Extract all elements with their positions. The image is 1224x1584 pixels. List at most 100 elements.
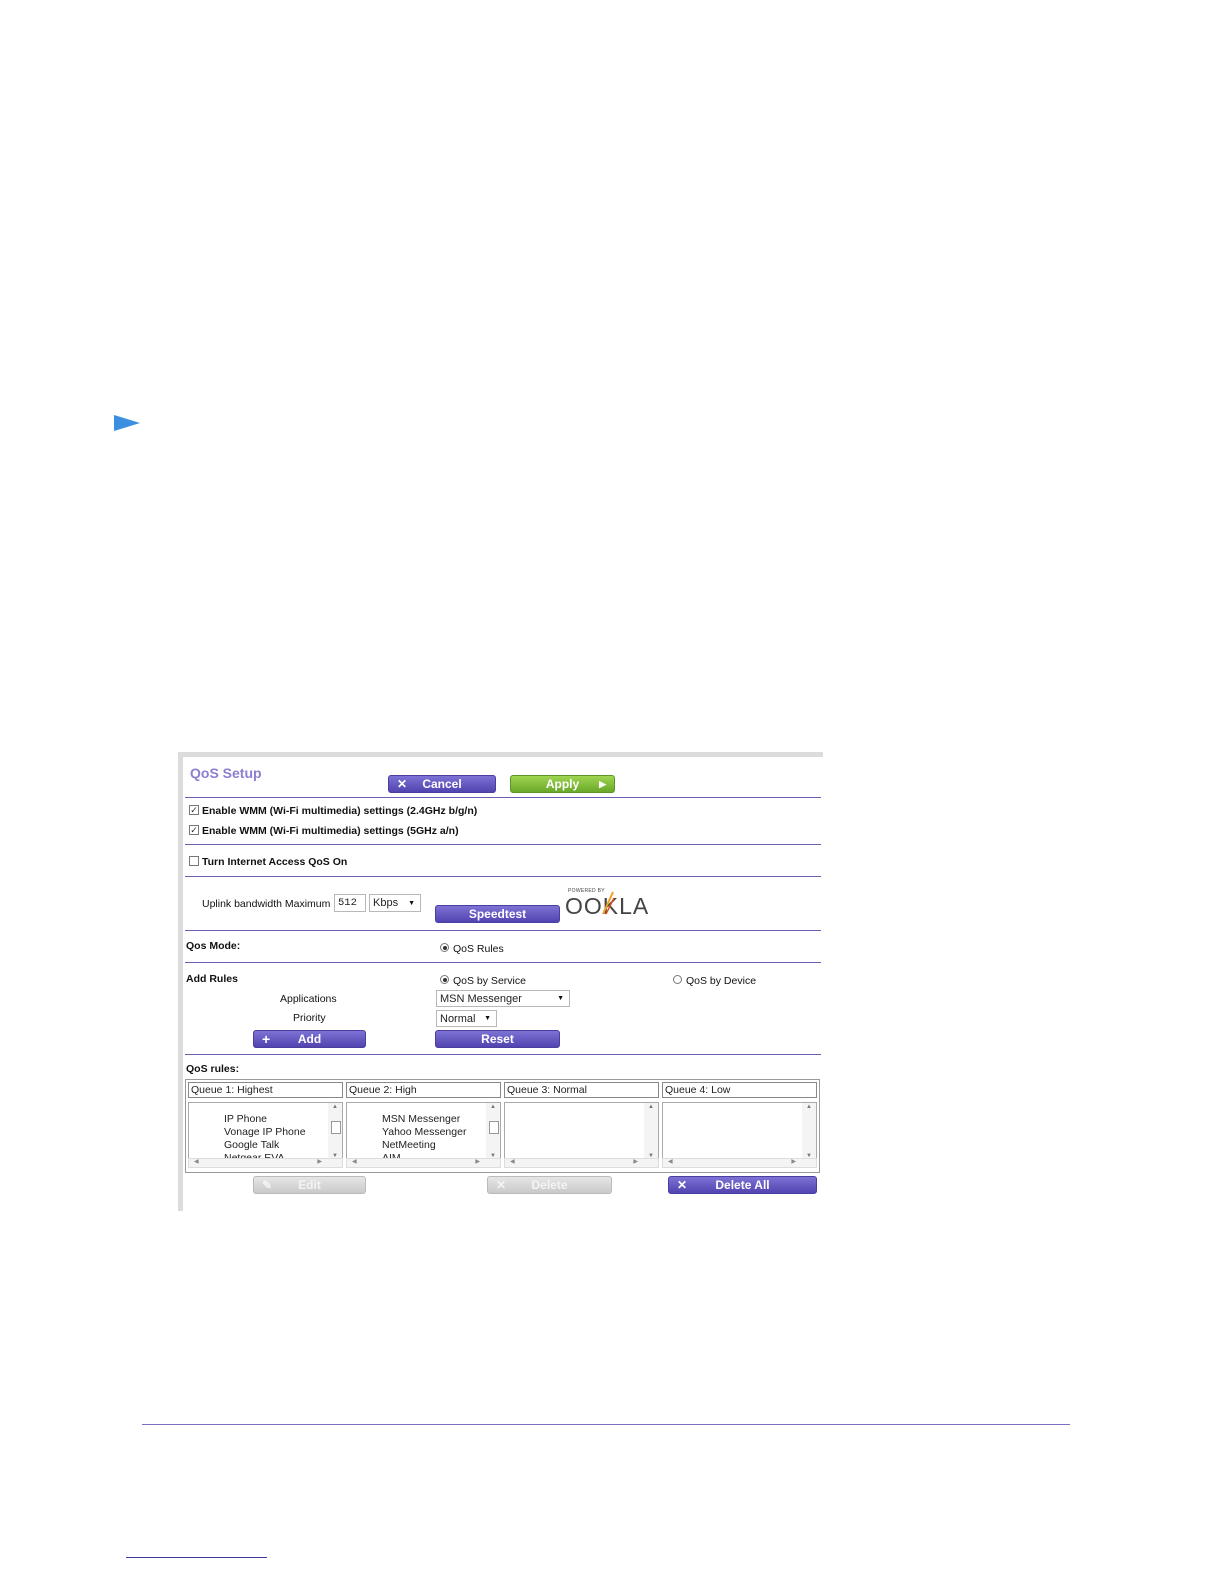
chevron-down-icon: ▼ [408, 899, 415, 907]
footer-divider [142, 1424, 1070, 1425]
list-item[interactable]: NetMeeting [382, 1139, 436, 1151]
list-item[interactable]: Vonage IP Phone [224, 1126, 306, 1138]
uplink-label: Uplink bandwidth Maximum [202, 898, 331, 910]
horizontal-scrollbar[interactable]: ◀ ▶ [188, 1158, 343, 1168]
vertical-scrollbar[interactable]: ▲ ▼ [486, 1103, 500, 1159]
list-item[interactable]: MSN Messenger [382, 1113, 460, 1125]
plus-icon: + [262, 1031, 271, 1047]
vertical-scrollbar[interactable]: ▲ ▼ [328, 1103, 342, 1159]
delete-button[interactable]: ✕ Delete [487, 1176, 612, 1194]
delete-all-button-label: Delete All [715, 1178, 770, 1192]
uplink-unit-select[interactable]: Kbps ▼ [369, 894, 421, 912]
qos-rules-section-label: QoS rules: [186, 1063, 240, 1075]
queues-table: Queue 1: Highest IP Phone Vonage IP Phon… [185, 1079, 820, 1173]
list-item[interactable]: Google Talk [224, 1139, 279, 1151]
qos-setup-screenshot: QoS Setup ✕ Cancel Apply ▶ ✓ Enable WMM … [178, 752, 823, 1211]
scroll-up-icon: ▲ [490, 1104, 496, 1110]
scroll-left-icon: ◀ [668, 1159, 673, 1165]
qos-by-service-radio[interactable] [440, 975, 449, 984]
edit-button[interactable]: ✎ Edit [253, 1176, 366, 1194]
close-icon: ✕ [496, 1178, 507, 1192]
queue-header: Queue 4: Low [662, 1082, 817, 1098]
applications-value: MSN Messenger [440, 992, 522, 1005]
add-button-label: Add [297, 1032, 322, 1046]
qos-rules-radio[interactable] [440, 943, 449, 952]
speedtest-button-label: Speedtest [468, 907, 527, 921]
chevron-down-icon: ▼ [484, 1015, 491, 1022]
ookla-accent-icon [602, 891, 615, 915]
chevron-down-icon: ▼ [557, 995, 564, 1002]
close-icon: ✕ [397, 777, 408, 791]
queue-4: Queue 4: Low ▲ ▼ ◀ ▶ [662, 1082, 817, 1171]
queue-3: Queue 3: Normal ▲ ▼ ◀ ▶ [504, 1082, 659, 1171]
scroll-right-icon: ▶ [791, 1159, 796, 1165]
scroll-left-icon: ◀ [352, 1159, 357, 1165]
divider [185, 844, 821, 845]
queue-list[interactable]: ▲ ▼ [504, 1102, 659, 1160]
queue-1: Queue 1: Highest IP Phone Vonage IP Phon… [188, 1082, 343, 1171]
priority-value: Normal [440, 1012, 476, 1025]
queue-list[interactable]: MSN Messenger Yahoo Messenger NetMeeting… [346, 1102, 501, 1160]
add-button[interactable]: + Add [253, 1030, 366, 1048]
cancel-button-label: Cancel [422, 777, 462, 791]
horizontal-scrollbar[interactable]: ◀ ▶ [504, 1158, 659, 1168]
top-border [178, 752, 823, 757]
list-item[interactable]: IP Phone [224, 1113, 267, 1125]
queue-header: Queue 2: High [346, 1082, 501, 1098]
priority-label: Priority [293, 1012, 326, 1024]
apply-button[interactable]: Apply ▶ [510, 775, 615, 793]
scroll-left-icon: ◀ [194, 1159, 199, 1165]
qos-by-service-label: QoS by Service [453, 975, 526, 987]
scroll-thumb[interactable] [489, 1121, 499, 1134]
vertical-scrollbar[interactable]: ▲ ▼ [644, 1103, 658, 1159]
step-arrow-icon [114, 415, 140, 431]
wmm-24-label: Enable WMM (Wi-Fi multimedia) settings (… [202, 805, 478, 817]
scroll-thumb[interactable] [331, 1121, 341, 1134]
horizontal-scrollbar[interactable]: ◀ ▶ [346, 1158, 501, 1168]
cancel-button[interactable]: ✕ Cancel [388, 775, 496, 793]
pencil-icon: ✎ [262, 1178, 273, 1192]
edit-button-label: Edit [298, 1178, 321, 1192]
applications-select[interactable]: MSN Messenger ▼ [436, 990, 570, 1007]
divider [185, 876, 821, 877]
footer-link-underline [126, 1557, 267, 1558]
apply-button-label: Apply [545, 777, 580, 791]
divider [185, 962, 821, 963]
delete-button-label: Delete [531, 1178, 568, 1192]
speedtest-button[interactable]: Speedtest [435, 905, 560, 923]
wmm-24-checkbox[interactable]: ✓ [189, 805, 199, 815]
list-item[interactable]: Yahoo Messenger [382, 1126, 466, 1138]
qos-rules-label: QoS Rules [453, 943, 504, 955]
wmm-5-checkbox[interactable]: ✓ [189, 825, 199, 835]
scroll-right-icon: ▶ [317, 1159, 322, 1165]
queue-header: Queue 3: Normal [504, 1082, 659, 1098]
divider [185, 797, 821, 798]
reset-button-label: Reset [481, 1032, 514, 1046]
scroll-right-icon: ▶ [633, 1159, 638, 1165]
close-icon: ✕ [677, 1178, 688, 1192]
queue-2: Queue 2: High MSN Messenger Yahoo Messen… [346, 1082, 501, 1171]
internet-qos-label: Turn Internet Access QoS On [202, 856, 348, 868]
left-border [178, 752, 183, 1211]
vertical-scrollbar[interactable]: ▲ ▼ [802, 1103, 816, 1159]
delete-all-button[interactable]: ✕ Delete All [668, 1176, 817, 1194]
divider [185, 930, 821, 931]
uplink-bandwidth-input[interactable]: 512 [334, 894, 366, 912]
qos-by-device-label: QoS by Device [686, 975, 757, 987]
divider [185, 1054, 821, 1055]
scroll-up-icon: ▲ [332, 1104, 338, 1110]
scroll-up-icon: ▲ [648, 1104, 654, 1110]
qos-by-device-radio[interactable] [673, 975, 682, 984]
applications-label: Applications [280, 993, 337, 1005]
queue-header: Queue 1: Highest [188, 1082, 343, 1098]
internet-qos-checkbox[interactable] [189, 856, 199, 866]
priority-select[interactable]: Normal ▼ [436, 1010, 497, 1027]
scroll-right-icon: ▶ [475, 1159, 480, 1165]
qos-mode-label: Qos Mode: [186, 940, 241, 952]
queue-list[interactable]: IP Phone Vonage IP Phone Google Talk Net… [188, 1102, 343, 1160]
scroll-up-icon: ▲ [806, 1104, 812, 1110]
add-rules-label: Add Rules [186, 973, 238, 985]
reset-button[interactable]: Reset [435, 1030, 560, 1048]
queue-list[interactable]: ▲ ▼ [662, 1102, 817, 1160]
horizontal-scrollbar[interactable]: ◀ ▶ [662, 1158, 817, 1168]
